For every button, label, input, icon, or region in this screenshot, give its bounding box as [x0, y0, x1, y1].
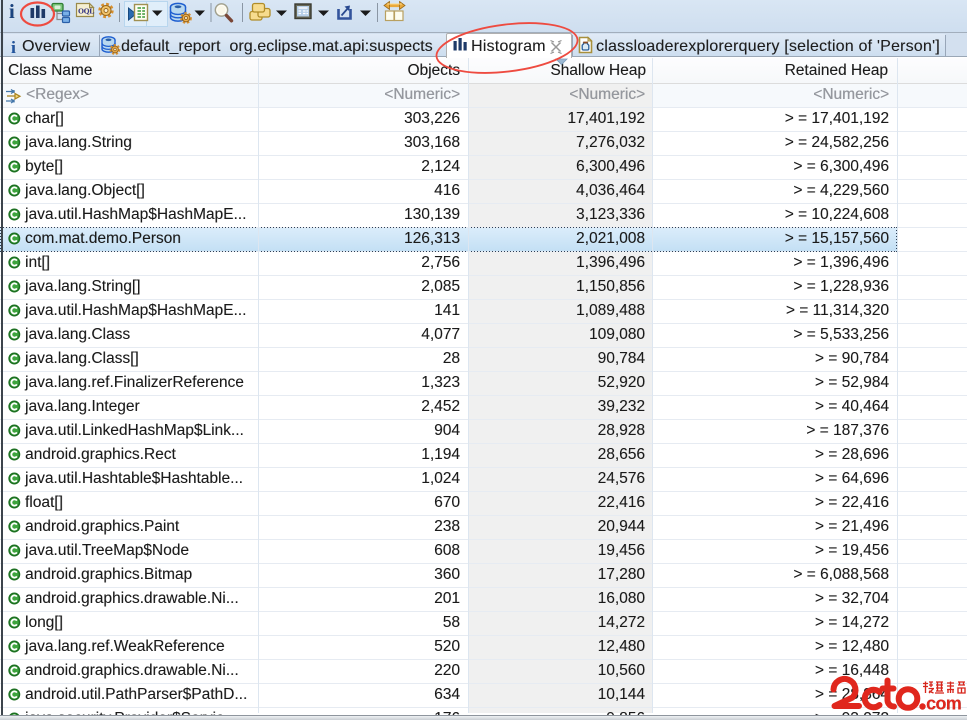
svg-text:com: com — [926, 694, 961, 714]
svg-text:i: i — [9, 1, 15, 23]
svg-text:OQL: OQL — [78, 7, 94, 16]
